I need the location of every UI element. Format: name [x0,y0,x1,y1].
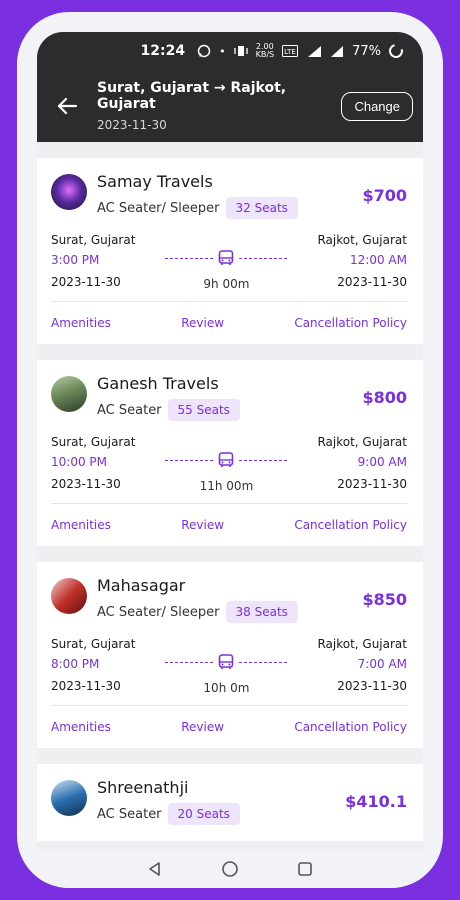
whatsapp-icon [197,44,211,58]
operator-avatar [51,376,87,412]
status-bar: 12:24 • 2.00 KB/S LTE 77% [37,32,423,70]
departure-info: Surat, Gujarat 8:00 PM 2023-11-30 [51,637,136,693]
journey-duration: 10h 0m [165,637,288,695]
card-links: Amenities Review Cancellation Policy [51,503,407,546]
bus-type: AC Seater [97,806,162,822]
card-links: Amenities Review Cancellation Policy [51,705,407,748]
signal-icon [330,45,344,57]
bus-type: AC Seater/ Sleeper [97,604,220,620]
nav-back-button[interactable] [143,857,167,881]
route-title: Surat, Gujarat → Rajkot, Gujarat [97,80,287,112]
cancellation-policy-link[interactable]: Cancellation Policy [294,316,407,330]
fare-price: $700 [362,186,407,205]
arrival-info: Rajkot, Gujarat 7:00 AM 2023-11-30 [317,637,407,693]
notification-dot-icon: • [219,44,226,58]
route-summary: Surat, Gujarat → Rajkot, Gujarat 2023-11… [97,80,341,132]
departure-info: Surat, Gujarat 3:00 PM 2023-11-30 [51,233,136,289]
cancellation-policy-link[interactable]: Cancellation Policy [294,518,407,532]
phone-frame: 12:24 • 2.00 KB/S LTE 77% Surat, Gujarat… [17,12,443,888]
cancellation-policy-link[interactable]: Cancellation Policy [294,720,407,734]
review-link[interactable]: Review [181,720,224,734]
circle-home-icon [222,861,238,877]
operator-name: Ganesh Travels [97,374,219,393]
seats-badge: 38 Seats [225,601,298,623]
vibrate-icon [233,45,248,57]
review-link[interactable]: Review [181,316,224,330]
route-date: 2023-11-30 [97,118,167,132]
review-link[interactable]: Review [181,518,224,532]
seats-badge: 55 Seats [167,399,240,421]
seats-badge: 20 Seats [167,803,240,825]
journey-duration: 11h 00m [165,435,288,493]
operator-name: Shreenathji [97,778,189,797]
svg-text:LTE: LTE [284,48,296,56]
bus-card[interactable]: Ganesh Travels AC Seater 55 Seats $800 S… [37,360,423,546]
triangle-back-icon [148,862,160,876]
amenities-link[interactable]: Amenities [51,720,111,734]
amenities-link[interactable]: Amenities [51,316,111,330]
bus-type: AC Seater [97,402,162,418]
fare-price: $410.1 [345,792,407,811]
journey-duration: 9h 00m [165,233,288,291]
card-links: Amenities Review Cancellation Policy [51,301,407,344]
nav-home-button[interactable] [218,857,242,881]
arrow-left-icon [57,97,77,115]
seats-badge: 32 Seats [225,197,298,219]
change-button[interactable]: Change [341,91,413,121]
operator-avatar [51,174,87,210]
status-time: 12:24 [140,43,186,59]
bus-icon [219,654,234,669]
battery-percent: 77% [352,43,381,59]
battery-icon [386,41,406,61]
bus-list: Samay Travels AC Seater/ Sleeper 32 Seat… [37,158,423,857]
bus-card[interactable]: Samay Travels AC Seater/ Sleeper 32 Seat… [37,158,423,344]
app-screen: 12:24 • 2.00 KB/S LTE 77% Surat, Gujarat… [37,32,423,884]
arrival-info: Rajkot, Gujarat 9:00 AM 2023-11-30 [317,435,407,491]
bus-card[interactable]: Shreenathji AC Seater 20 Seats $410.1 [37,764,423,841]
operator-avatar [51,780,87,816]
android-nav-bar [37,850,423,888]
bus-icon [219,452,234,467]
fare-price: $850 [362,590,407,609]
operator-avatar [51,578,87,614]
net-speed: 2.00 KB/S [255,42,275,59]
square-recents-icon [298,862,313,876]
departure-info: Surat, Gujarat 10:00 PM 2023-11-30 [51,435,136,491]
bus-type: AC Seater/ Sleeper [97,200,220,216]
bus-card[interactable]: Mahasagar AC Seater/ Sleeper 38 Seats $8… [37,562,423,748]
nav-recents-button[interactable] [293,857,317,881]
fare-price: $800 [362,388,407,407]
operator-name: Samay Travels [97,172,213,191]
app-bar: Surat, Gujarat → Rajkot, Gujarat 2023-11… [37,70,423,142]
arrival-info: Rajkot, Gujarat 12:00 AM 2023-11-30 [317,233,407,289]
volte-icon: LTE [282,45,299,57]
signal-5g-icon [306,45,322,57]
operator-name: Mahasagar [97,576,186,595]
amenities-link[interactable]: Amenities [51,518,111,532]
back-button[interactable] [53,92,81,120]
bus-icon [219,250,234,265]
